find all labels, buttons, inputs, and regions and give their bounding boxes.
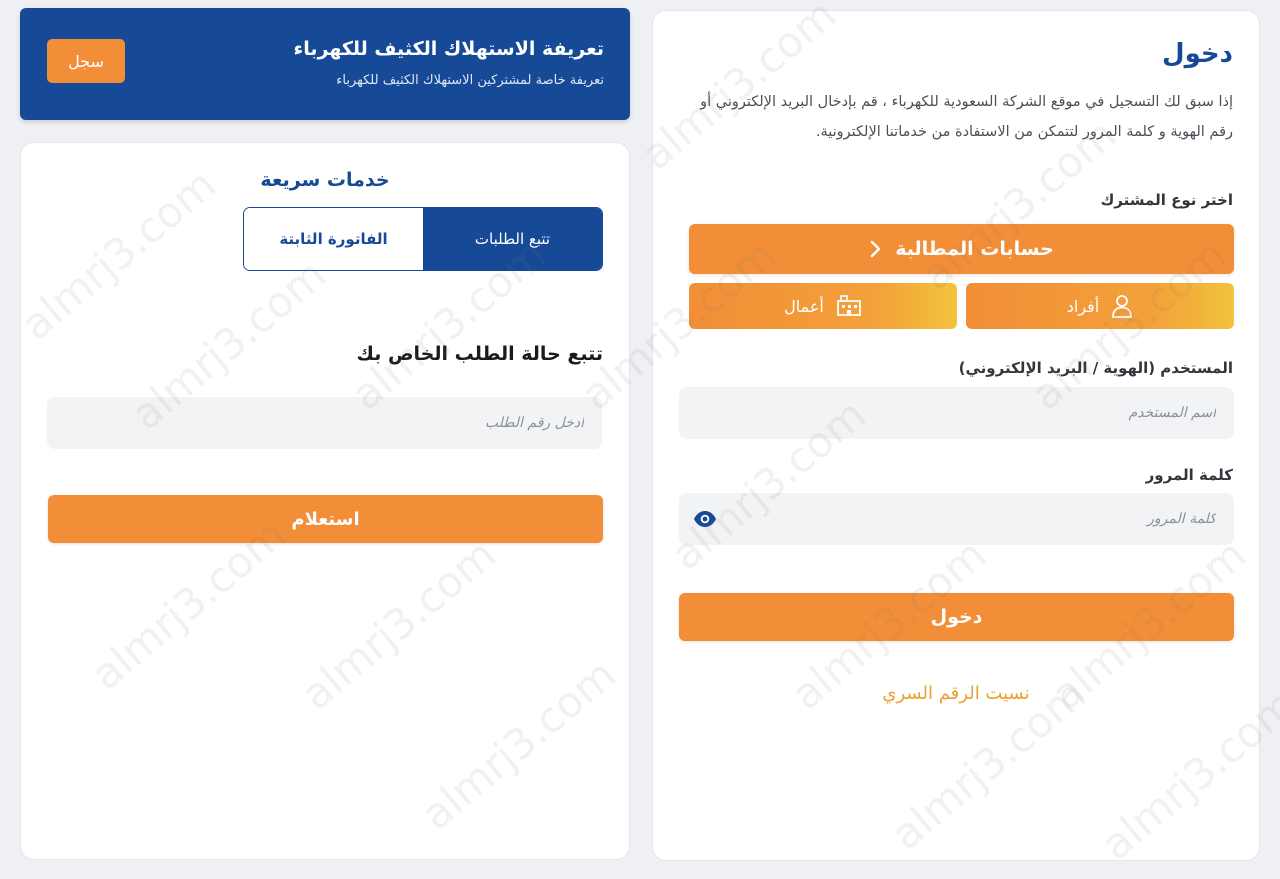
billing-accounts-button[interactable]: حسابات المطالبة	[689, 224, 1234, 274]
tab-fixed-bill[interactable]: الفاتورة الثابتة	[244, 208, 423, 270]
person-icon	[1112, 295, 1133, 318]
tab-track-requests[interactable]: تتبع الطلبات	[423, 208, 602, 270]
type-individuals-button[interactable]: أفراد	[966, 283, 1234, 329]
type-business-button[interactable]: أعمال	[689, 283, 957, 329]
login-title: دخول	[1162, 39, 1233, 69]
building-icon	[836, 295, 861, 316]
eye-icon[interactable]	[693, 507, 717, 531]
register-button[interactable]: سجل	[47, 39, 125, 83]
banner-subtitle: تعريفة خاصة لمشتركين الاستهلاك الكثيف لل…	[336, 73, 604, 88]
forgot-password-link[interactable]: نسيت الرقم السري	[653, 683, 1259, 704]
username-input[interactable]	[679, 387, 1234, 439]
login-panel: دخول إذا سبق لك التسجيل في موقع الشركة ا…	[652, 10, 1260, 861]
subscriber-type-label: اختر نوع المشترك	[1100, 191, 1233, 209]
password-input[interactable]	[679, 493, 1234, 545]
login-button[interactable]: دخول	[679, 593, 1234, 641]
billing-accounts-label: حسابات المطالبة	[895, 238, 1054, 260]
chevron-left-icon	[871, 240, 881, 258]
inquiry-button[interactable]: استعلام	[48, 495, 603, 543]
username-label: المستخدم (الهوية / البريد الإلكتروني)	[958, 359, 1233, 377]
login-intro-text: إذا سبق لك التسجيل في موقع الشركة السعود…	[700, 94, 1233, 140]
track-request-title: تتبع حالة الطلب الخاص بك	[356, 343, 603, 365]
quick-services-title: خدمات سريعة	[260, 169, 390, 191]
heavy-consumption-banner: تعريفة الاستهلاك الكثيف للكهرباء تعريفة …	[20, 8, 630, 120]
quick-services-tabs: تتبع الطلبات الفاتورة الثابتة	[243, 207, 603, 271]
type-individuals-label: أفراد	[1066, 296, 1100, 316]
request-number-input[interactable]	[47, 397, 602, 449]
password-label: كلمة المرور	[1145, 466, 1233, 484]
banner-title: تعريفة الاستهلاك الكثيف للكهرباء	[293, 38, 604, 60]
quick-services-panel: خدمات سريعة تتبع الطلبات الفاتورة الثابت…	[20, 142, 630, 860]
type-business-label: أعمال	[784, 296, 824, 316]
